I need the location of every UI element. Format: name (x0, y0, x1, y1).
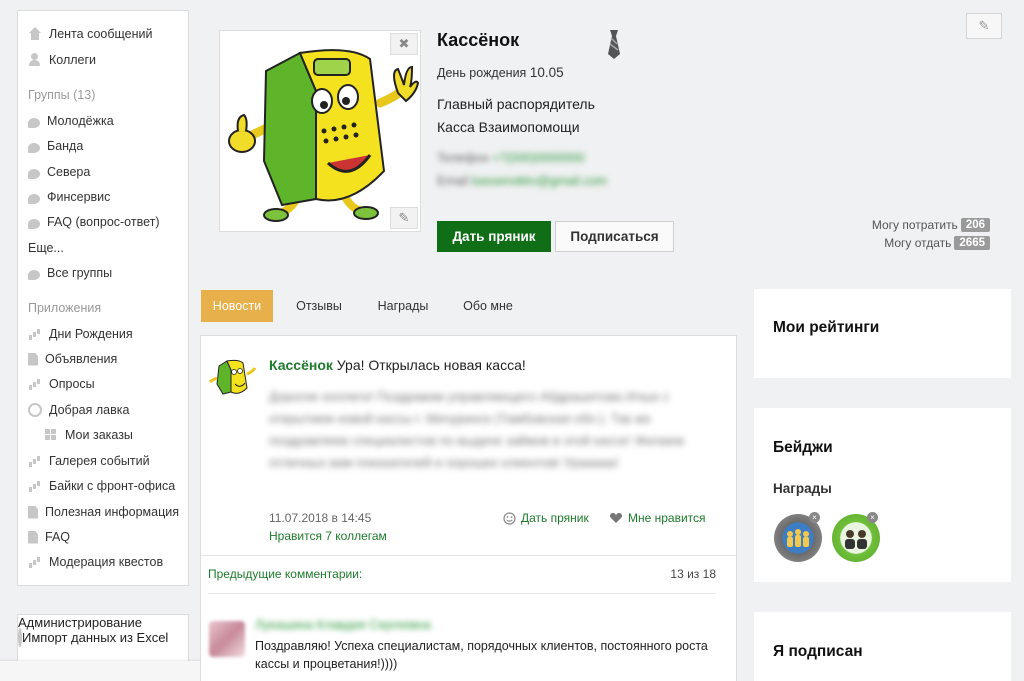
close-icon[interactable]: × (809, 512, 820, 523)
sidebar-item-gallery[interactable]: Галерея событий (28, 452, 150, 470)
can-give-badge: 2665 (954, 236, 990, 250)
awards-label: Награды (773, 481, 832, 496)
sidebar-item-useful-info[interactable]: Полезная информация (28, 503, 179, 521)
chat-bubble-icon (28, 168, 40, 179)
bar-chart-icon (28, 479, 42, 493)
sidebar-item-more[interactable]: Еще... (28, 239, 64, 257)
ratings-widget: Мои рейтинги (754, 289, 1011, 378)
comments-count: 13 из 18 (670, 567, 716, 581)
tab-about[interactable]: Обо мне (452, 290, 524, 322)
chat-bubble-icon (28, 193, 40, 204)
bar-chart-icon (28, 327, 42, 341)
tab-news[interactable]: Новости (201, 290, 273, 322)
post-author-link[interactable]: Кассёнок (269, 357, 333, 373)
post-like[interactable]: Мне нравится (609, 511, 706, 525)
give-gingerbread-button[interactable]: Дать пряник (437, 221, 551, 252)
chat-bubble-icon (28, 117, 40, 128)
edit-icon: ✎ (398, 210, 410, 225)
department: Касса Взаимопомощи (437, 119, 580, 135)
award-badge[interactable]: × (832, 512, 880, 562)
sidebar-item-group[interactable]: Севера (28, 163, 90, 181)
tab-reviews[interactable]: Отзывы (285, 290, 353, 322)
close-icon[interactable]: × (867, 512, 878, 523)
chat-bubble-icon (28, 218, 40, 229)
mascot-image (228, 49, 420, 222)
subscriptions-title: Я подписан (773, 643, 863, 660)
can-give-stat: Могу отдать 2665 (884, 236, 990, 250)
edit-avatar-button[interactable]: ✎ (390, 207, 418, 229)
position-title: Главный распорядитель (437, 96, 595, 112)
sidebar-item-colleagues[interactable]: Коллеги (28, 51, 96, 69)
email: Email kassenokkv@gmail.com (437, 174, 607, 188)
phone: Телефон +7(000)0000000 (437, 151, 585, 165)
sidebar-item-faq[interactable]: FAQ (28, 528, 70, 546)
document-icon (28, 530, 38, 544)
previous-comments-link[interactable]: Предыдущие комментарии: (208, 567, 362, 581)
profile-avatar: ✖ ✎ (219, 30, 421, 232)
divider (201, 555, 736, 556)
chat-bubble-icon (28, 142, 40, 153)
document-icon (28, 505, 38, 519)
divider (208, 593, 716, 594)
comment-author[interactable]: Лукашина Клавдия Сергеевна (255, 618, 431, 632)
post-body: Дорогие коллеги! Поздравим управляющего … (269, 389, 684, 470)
sidebar-item-my-orders[interactable]: Мои заказы (44, 426, 133, 444)
can-spend-stat: Могу потратить 206 (872, 218, 990, 232)
sidebar-item-group[interactable]: Банда (28, 137, 83, 155)
tie-icon (608, 30, 620, 59)
subscriptions-widget: Я подписан (754, 612, 1011, 681)
badges-widget: Бейджи Награды × × (754, 408, 1011, 582)
sidebar-item-all-groups[interactable]: Все группы (28, 264, 112, 282)
close-icon: ✖ (398, 36, 410, 51)
chat-bubble-icon (28, 269, 40, 280)
admin-header: Администрирование (18, 615, 142, 630)
edit-icon: ✎ (978, 18, 990, 33)
post-likes-count[interactable]: Нравится 7 коллегам (269, 529, 387, 543)
post-date: 11.07.2018 в 14:45 (269, 511, 372, 525)
news-post: Кассёнок Ура! Открылась новая касса! Дор… (200, 335, 737, 681)
remove-avatar-button[interactable]: ✖ (390, 33, 418, 55)
sidebar-item-group[interactable]: Молодёжка (28, 112, 114, 130)
birthday: День рождения 10.05 (437, 65, 564, 80)
home-icon (28, 27, 42, 41)
subscribe-button[interactable]: Подписаться (555, 221, 674, 252)
person-icon (28, 53, 42, 67)
sidebar-item-feed[interactable]: Лента сообщений (28, 25, 153, 43)
badges-title: Бейджи (773, 439, 833, 456)
edit-profile-button[interactable]: ✎ (966, 13, 1002, 39)
sidebar-item-ads[interactable]: Объявления (28, 350, 117, 368)
grid-icon (44, 428, 58, 442)
award-badge[interactable]: × (774, 512, 822, 562)
profile-name: Кассёнок (437, 30, 520, 50)
tab-awards[interactable]: Награды (366, 290, 440, 322)
sidebar-item-stories[interactable]: Байки с фронт-офиса (28, 477, 175, 495)
sidebar-item-quest-moderation[interactable]: Модерация квестов (28, 553, 163, 571)
can-spend-badge: 206 (960, 218, 990, 232)
shop-icon (28, 403, 42, 417)
smile-icon (503, 511, 516, 525)
groups-header: Группы (13) (28, 88, 96, 102)
sidebar-item-polls[interactable]: Опросы (28, 375, 95, 393)
post-give-gingerbread[interactable]: Дать пряник (503, 511, 589, 525)
post-author-avatar[interactable] (207, 358, 259, 398)
bar-chart-icon (28, 377, 42, 391)
sidebar-item-shop[interactable]: Добрая лавка (28, 401, 129, 419)
sidebar-item-group[interactable]: Финсервис (28, 188, 110, 206)
ratings-title: Мои рейтинги (773, 319, 880, 336)
sidebar-item-birthdays[interactable]: Дни Рождения (28, 325, 133, 343)
left-sidebar: Лента сообщений Коллеги Группы (13) Моло… (17, 10, 189, 586)
heart-icon (609, 512, 623, 523)
document-icon (28, 352, 38, 366)
bar-chart-icon (28, 454, 42, 468)
comment-avatar[interactable] (209, 621, 245, 657)
apps-header: Приложения (28, 301, 102, 315)
comment-text: Поздравляю! Успеха специалистам, порядоч… (255, 639, 708, 671)
sidebar-item-group[interactable]: FAQ (вопрос-ответ) (28, 213, 160, 231)
bar-chart-icon (28, 555, 42, 569)
sidebar-item-import[interactable]: Импорт данных из Excel (18, 628, 188, 647)
post-header: Кассёнок Ура! Открылась новая касса! (269, 357, 526, 373)
